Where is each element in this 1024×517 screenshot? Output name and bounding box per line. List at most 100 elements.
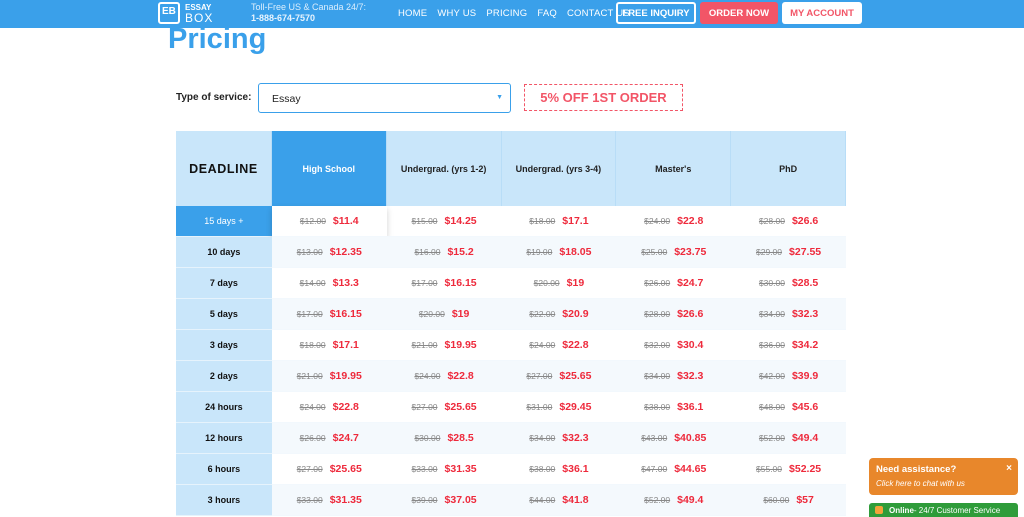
price-cell[interactable]: $20.00 $19 <box>386 299 502 330</box>
price-cell[interactable]: $60.00 $57 <box>731 485 846 516</box>
nav-why-us[interactable]: WHY US <box>437 8 476 19</box>
free-inquiry-button[interactable]: FREE INQUIRY <box>616 2 696 24</box>
price-cell[interactable]: $52.00 $49.4 <box>616 485 732 516</box>
price-cell[interactable]: $12.00 $11.4 <box>271 206 387 237</box>
discounted-price: $13.3 <box>332 277 359 289</box>
price-cell[interactable]: $24.00 $22.8 <box>271 392 387 423</box>
discounted-price: $36.1 <box>562 463 589 475</box>
my-account-button[interactable]: MY ACCOUNT <box>782 2 862 24</box>
price-cell[interactable]: $47.00 $44.65 <box>616 454 732 485</box>
tollfree-info: Toll-Free US & Canada 24/7: 1-888-674-75… <box>251 2 366 24</box>
price-cell[interactable]: $27.00 $25.65 <box>501 361 617 392</box>
price-cell[interactable]: $44.00 $41.8 <box>501 485 617 516</box>
price-cell[interactable]: $20.00 $19 <box>501 268 617 299</box>
deadline-cell[interactable]: 12 hours <box>176 423 272 454</box>
original-price: $22.00 <box>529 309 556 319</box>
price-cell[interactable]: $13.00 $12.35 <box>271 237 387 268</box>
discounted-price: $32.3 <box>677 370 704 382</box>
price-cell[interactable]: $42.00 $39.9 <box>731 361 846 392</box>
price-cell[interactable]: $18.00 $17.1 <box>271 330 387 361</box>
nav-home[interactable]: HOME <box>398 8 427 19</box>
price-cell[interactable]: $38.00 $36.1 <box>501 454 617 485</box>
price-cell[interactable]: $26.00 $24.7 <box>616 268 732 299</box>
original-price: $47.00 <box>641 464 668 474</box>
price-cell[interactable]: $39.00 $37.05 <box>386 485 502 516</box>
chat-widget[interactable]: Need assistance? Click here to chat with… <box>869 458 1018 495</box>
price-cell[interactable]: $43.00 $40.85 <box>616 423 732 454</box>
nav-faq[interactable]: FAQ <box>537 8 557 19</box>
deadline-cell[interactable]: 7 days <box>176 268 272 299</box>
price-cell[interactable]: $27.00 $25.65 <box>271 454 387 485</box>
discounted-price: $49.4 <box>791 432 819 444</box>
close-icon[interactable]: × <box>1006 463 1012 474</box>
deadline-cell[interactable]: 15 days + <box>176 206 272 237</box>
deadline-cell[interactable]: 10 days <box>176 237 272 268</box>
discounted-price: $25.65 <box>444 401 477 413</box>
price-cell[interactable]: $24.00 $22.8 <box>616 206 732 237</box>
price-cell[interactable]: $29.00 $27.55 <box>731 237 846 268</box>
discounted-price: $28.5 <box>447 432 474 444</box>
price-cell[interactable]: $25.00 $23.75 <box>616 237 732 268</box>
price-cell[interactable]: $26.00 $24.7 <box>271 423 387 454</box>
price-cell[interactable]: $31.00 $29.45 <box>501 392 617 423</box>
original-price: $19.00 <box>526 247 553 257</box>
discounted-price: $34.2 <box>791 339 819 351</box>
service-type-select[interactable]: Essay ▼ <box>258 83 511 113</box>
order-now-button[interactable]: ORDER NOW <box>700 2 778 24</box>
price-cell[interactable]: $52.00 $49.4 <box>731 423 846 454</box>
level-header-undergrad-1-2[interactable]: Undergrad. (yrs 1-2) <box>386 131 502 206</box>
price-cell[interactable]: $28.00 $26.6 <box>616 299 732 330</box>
deadline-cell[interactable]: 2 days <box>176 361 272 392</box>
original-price: $13.00 <box>296 247 323 257</box>
original-price: $36.00 <box>758 340 785 350</box>
chat-heading: Need assistance? <box>876 464 957 475</box>
price-cell[interactable]: $30.00 $28.5 <box>731 268 846 299</box>
price-cell[interactable]: $48.00 $45.6 <box>731 392 846 423</box>
table-row: 12 hours $26.00 $24.7 $30.00 $28.5 $34.00 $32.… <box>176 423 846 454</box>
price-cell[interactable]: $28.00 $26.6 <box>731 206 846 237</box>
price-cell[interactable]: $14.00 $13.3 <box>271 268 387 299</box>
original-price: $27.00 <box>411 402 438 412</box>
table-row: 24 hours $24.00 $22.8 $27.00 $25.65 $31.00 $29… <box>176 392 846 423</box>
price-cell[interactable]: $27.00 $25.65 <box>386 392 502 423</box>
price-cell[interactable]: $21.00 $19.95 <box>386 330 502 361</box>
price-cell[interactable]: $24.00 $22.8 <box>501 330 617 361</box>
price-cell[interactable]: $36.00 $34.2 <box>731 330 846 361</box>
online-status: Online <box>889 505 914 515</box>
deadline-cell[interactable]: 3 days <box>176 330 272 361</box>
original-price: $20.00 <box>533 278 560 288</box>
price-cell[interactable]: $15.00 $14.25 <box>386 206 502 237</box>
level-header-high-school[interactable]: High School <box>271 131 387 206</box>
phone-number[interactable]: 1-888-674-7570 <box>251 13 366 24</box>
original-price: $34.00 <box>644 371 671 381</box>
deadline-cell[interactable]: 5 days <box>176 299 272 330</box>
price-cell[interactable]: $34.00 $32.3 <box>731 299 846 330</box>
price-cell[interactable]: $18.00 $17.1 <box>501 206 617 237</box>
level-header-phd[interactable]: PhD <box>731 131 846 206</box>
price-cell[interactable]: $32.00 $30.4 <box>616 330 732 361</box>
price-cell[interactable]: $24.00 $22.8 <box>386 361 502 392</box>
pricing-table-header: DEADLINE High School Undergrad. (yrs 1-2… <box>176 131 846 206</box>
price-cell[interactable]: $22.00 $20.9 <box>501 299 617 330</box>
price-cell[interactable]: $33.00 $31.35 <box>271 485 387 516</box>
price-cell[interactable]: $34.00 $32.3 <box>616 361 732 392</box>
level-header-undergrad-3-4[interactable]: Undergrad. (yrs 3-4) <box>501 131 617 206</box>
price-cell[interactable]: $38.00 $36.1 <box>616 392 732 423</box>
price-cell[interactable]: $34.00 $32.3 <box>501 423 617 454</box>
price-cell[interactable]: $55.00 $52.25 <box>731 454 846 485</box>
price-cell[interactable]: $21.00 $19.95 <box>271 361 387 392</box>
price-cell[interactable]: $30.00 $28.5 <box>386 423 502 454</box>
deadline-cell[interactable]: 3 hours <box>176 485 272 516</box>
price-cell[interactable]: $19.00 $18.05 <box>501 237 617 268</box>
price-cell[interactable]: $16.00 $15.2 <box>386 237 502 268</box>
deadline-cell[interactable]: 6 hours <box>176 454 272 485</box>
level-header-masters[interactable]: Master's <box>616 131 732 206</box>
price-cell[interactable]: $33.00 $31.35 <box>386 454 502 485</box>
deadline-cell[interactable]: 24 hours <box>176 392 272 423</box>
price-cell[interactable]: $17.00 $16.15 <box>271 299 387 330</box>
nav-pricing[interactable]: PRICING <box>486 8 527 19</box>
online-status-bar[interactable]: Online - 24/7 Customer Service <box>869 503 1018 517</box>
essaybox-logo[interactable]: EB ESSAY BOX <box>158 2 213 24</box>
price-cell[interactable]: $17.00 $16.15 <box>386 268 502 299</box>
original-price: $43.00 <box>641 433 668 443</box>
